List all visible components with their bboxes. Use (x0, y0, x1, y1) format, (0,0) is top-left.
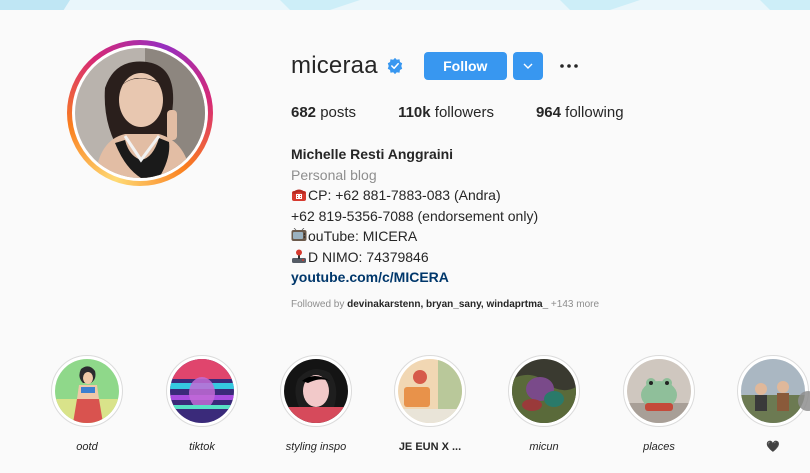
joystick-icon (292, 249, 306, 263)
highlight-cover (284, 359, 348, 423)
highlight-label: places (643, 441, 675, 453)
more-options-button[interactable] (557, 56, 581, 76)
full-name: Michelle Resti Anggraini (291, 146, 454, 162)
posts-label: posts (320, 104, 357, 121)
follow-button[interactable]: Follow (423, 52, 507, 80)
bio-line-cp: CP: +62 881-7883-083 (Andra) (291, 185, 538, 206)
profile-avatar[interactable] (67, 40, 213, 186)
bio-line-phone2: +62 819-5356-7088 (endorsement only) (291, 207, 539, 224)
highlight-item[interactable]: ootd (42, 355, 132, 454)
following-stat[interactable]: 964 following (536, 104, 624, 121)
username: miceraa (291, 52, 378, 79)
ellipsis-icon (559, 64, 578, 68)
profile-panel: miceraa Follow 682 posts 110k followers (0, 10, 810, 473)
bio-line-nimo: D NIMO: 74379846 (291, 247, 538, 268)
following-label: following (565, 104, 624, 121)
followers-count: 110k (398, 104, 431, 121)
highlight-item[interactable]: places (614, 355, 704, 454)
avatar-photo (75, 48, 205, 178)
posts-count: 682 (291, 104, 317, 121)
television-icon (291, 228, 307, 241)
highlight-cover (55, 359, 119, 423)
highlight-cover (398, 359, 462, 423)
verified-badge-icon (387, 57, 402, 75)
profile-stats: 682 posts 110k followers 964 following (291, 104, 666, 121)
highlight-label: styling inspo (285, 441, 347, 453)
telephone-icon (292, 189, 306, 201)
highlight-cover (170, 359, 234, 423)
highlight-label: JE EUN X ... (398, 441, 462, 453)
followed-by-names: devinakarstenn, bryan_sany, windaprtma_ (347, 299, 549, 310)
bio-website-link[interactable]: youtube.com/c/MICERA (291, 267, 538, 288)
highlight-label: 🖤 (766, 441, 780, 453)
followers-label: followers (434, 104, 494, 121)
highlight-label: micun (529, 441, 559, 453)
chevron-down-icon (523, 63, 533, 69)
highlight-item[interactable]: JE EUN X ... (385, 355, 475, 454)
following-count: 964 (535, 104, 561, 121)
posts-stat: 682 posts (291, 104, 356, 121)
followed-by-more: +143 more (548, 299, 600, 310)
highlight-label: ootd (76, 441, 98, 453)
highlight-cover (512, 359, 576, 423)
bio-line-youtube: ouTube: MICERA (291, 226, 538, 247)
suggestions-dropdown-button[interactable] (512, 52, 543, 80)
category-label: Personal blog (291, 166, 377, 183)
profile-header: miceraa Follow (291, 50, 581, 82)
followers-stat[interactable]: 110k followers (398, 104, 494, 121)
highlight-item[interactable]: styling inspo (271, 355, 361, 454)
highlight-item[interactable]: tiktok (157, 355, 247, 454)
highlight-cover (627, 359, 691, 423)
highlight-item[interactable]: micun (499, 355, 589, 454)
profile-bio: Michelle Resti Anggraini Personal blog C… (291, 144, 538, 288)
highlight-cover (741, 359, 805, 423)
followed-by[interactable]: Followed by devinakarstenn, bryan_sany, … (291, 299, 599, 310)
highlight-label: tiktok (189, 441, 215, 453)
